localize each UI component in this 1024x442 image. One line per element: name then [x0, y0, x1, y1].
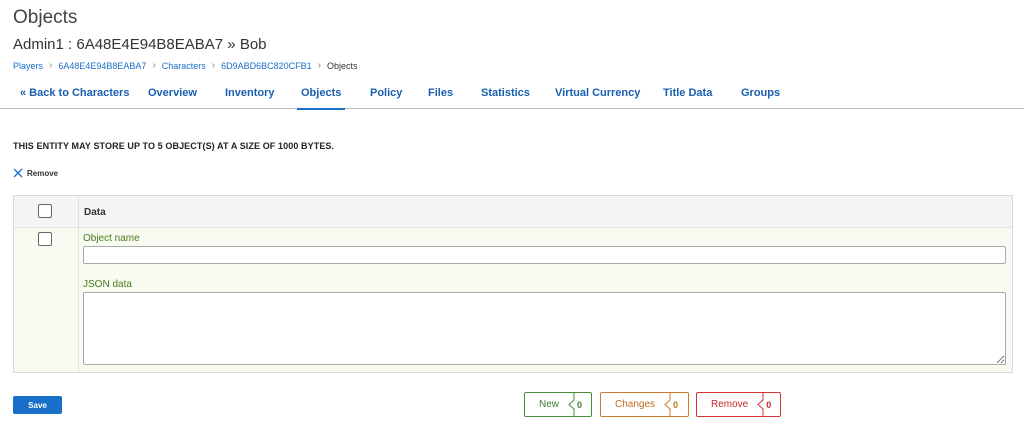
chevron-right-icon: ›: [211, 60, 216, 71]
chevron-right-icon: ›: [49, 60, 53, 71]
chevron-left-icon: [757, 392, 764, 417]
table-row: Object name JSON data: [14, 228, 1012, 372]
data-column-header: Data: [84, 207, 106, 218]
select-all-checkbox[interactable]: [38, 204, 52, 218]
save-button[interactable]: Save: [13, 396, 62, 414]
remove-count: 0: [766, 399, 772, 410]
tab-virtual-currency[interactable]: Virtual Currency: [555, 87, 640, 99]
object-name-label: Object name: [83, 233, 140, 244]
close-icon: [13, 168, 23, 178]
chevron-right-icon: ›: [152, 60, 156, 71]
remove-counter-label: Remove: [711, 399, 749, 410]
new-counter-label: New: [539, 399, 560, 410]
row-select-checkbox[interactable]: [38, 232, 52, 246]
entity-subtitle: Admin1 : 6A48E4E94B8EABA7 » Bob: [13, 36, 267, 53]
remove-counter[interactable]: Remove 0: [696, 392, 781, 417]
new-counter[interactable]: New 0: [524, 392, 592, 417]
tab-inventory[interactable]: Inventory: [225, 87, 275, 99]
breadcrumb-characters[interactable]: Characters: [162, 61, 206, 71]
json-data-label: JSON data: [83, 279, 132, 290]
breadcrumb-current: Objects: [327, 60, 358, 71]
changes-counter-label: Changes: [615, 399, 656, 410]
tab-objects[interactable]: Objects: [296, 87, 346, 110]
tab-groups[interactable]: Groups: [741, 87, 780, 99]
breadcrumb-character-id[interactable]: 6D9ABD6BC820CFB1: [221, 61, 312, 71]
tab-back-to-characters[interactable]: « Back to Characters: [20, 87, 129, 99]
chevron-right-icon: ›: [317, 60, 322, 71]
changes-count: 0: [673, 399, 679, 410]
breadcrumb: Players › 6A48E4E94B8EABA7 › Characters …: [13, 60, 358, 71]
tab-files[interactable]: Files: [428, 87, 453, 99]
json-data-textarea[interactable]: [83, 292, 1006, 365]
storage-limit-notice: THIS ENTITY MAY STORE UP TO 5 OBJECT(S) …: [13, 141, 335, 151]
remove-selected-label: Remove: [27, 168, 59, 178]
tab-title-data[interactable]: Title Data: [663, 87, 712, 99]
tab-bar: « Back to Characters Overview Inventory …: [0, 80, 1024, 110]
breadcrumb-player-id[interactable]: 6A48E4E94B8EABA7: [58, 61, 146, 71]
page-title: Objects: [13, 7, 78, 28]
remove-selected-button[interactable]: Remove: [13, 168, 58, 178]
changes-counter[interactable]: Changes 0: [600, 392, 689, 417]
new-count: 0: [577, 399, 583, 410]
tab-policy[interactable]: Policy: [370, 87, 402, 99]
grid-header: Data: [14, 196, 1012, 228]
tab-statistics[interactable]: Statistics: [481, 87, 530, 99]
column-divider: [78, 196, 79, 372]
objects-grid: Data Object name JSON data: [13, 195, 1013, 373]
breadcrumb-players[interactable]: Players: [13, 61, 43, 71]
tab-overview[interactable]: Overview: [148, 87, 197, 99]
chevron-left-icon: [568, 392, 575, 417]
object-name-input[interactable]: [83, 246, 1006, 264]
chevron-left-icon: [664, 392, 671, 417]
